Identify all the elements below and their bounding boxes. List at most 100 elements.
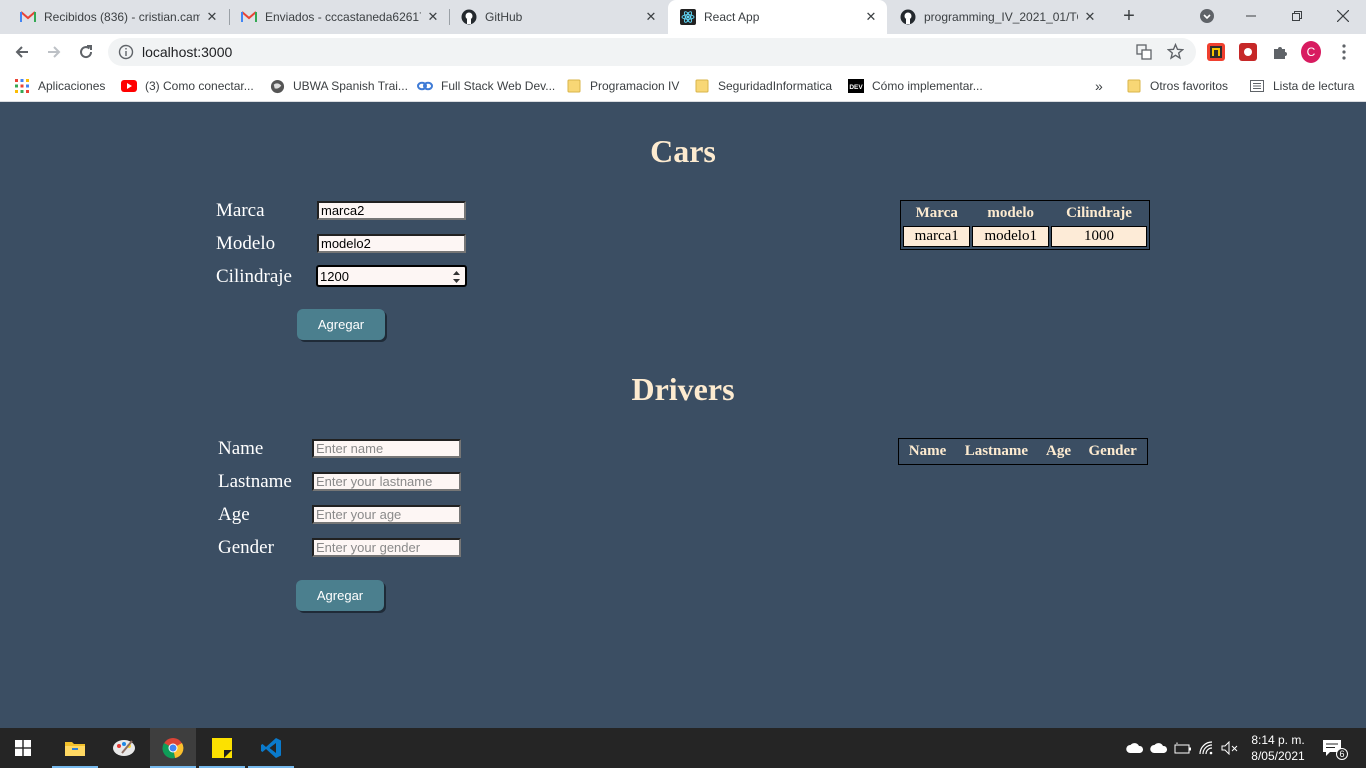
onedrive-personal-icon[interactable] xyxy=(1150,728,1168,768)
table-row: marca1 modelo1 1000 xyxy=(903,226,1147,247)
tab-gmail-sent[interactable]: Enviados - cccastaneda62617 ✕ xyxy=(229,0,449,34)
taskbar-sticky-notes[interactable] xyxy=(199,728,245,768)
bookmark-ubwa[interactable]: UBWA Spanish Trai... xyxy=(269,76,408,96)
taskbar-file-explorer[interactable] xyxy=(52,728,98,768)
table-cell: 1000 xyxy=(1051,226,1147,247)
close-window-button[interactable] xyxy=(1320,0,1366,32)
notifications-button[interactable]: 6 xyxy=(1322,728,1348,768)
tab-title: Recibidos (836) - cristian.cam xyxy=(44,10,200,24)
cilindraje-input[interactable]: 1200 xyxy=(316,265,467,287)
folder-icon xyxy=(1126,78,1142,94)
tab-title: Enviados - cccastaneda62617 xyxy=(265,10,421,24)
folder-icon xyxy=(566,78,582,94)
name-input[interactable] xyxy=(312,439,461,458)
tab-strip: Recibidos (836) - cristian.cam ✕ Enviado… xyxy=(0,0,1366,34)
extension-red-icon[interactable] xyxy=(1238,42,1258,62)
folder-icon xyxy=(694,78,710,94)
extension-n-icon[interactable] xyxy=(1206,42,1226,62)
back-button[interactable] xyxy=(10,40,34,64)
new-tab-button[interactable]: + xyxy=(1119,6,1139,26)
table-header-row: Marca modelo Cilindraje xyxy=(903,203,1147,224)
reload-button[interactable] xyxy=(74,40,98,64)
modelo-label: Modelo xyxy=(216,233,276,254)
tab-github[interactable]: GitHub ✕ xyxy=(449,0,667,34)
close-icon[interactable]: ✕ xyxy=(1082,9,1098,25)
windows-taskbar: 8:14 p. m. 8/05/2021 6 xyxy=(0,728,1366,768)
close-icon[interactable]: ✕ xyxy=(204,9,220,25)
youtube-icon xyxy=(121,78,137,94)
start-button[interactable] xyxy=(0,728,46,768)
tab-title: React App xyxy=(704,10,760,24)
column-header: Marca xyxy=(915,205,958,221)
cilindraje-label: Cilindraje xyxy=(216,266,292,287)
bookmark-other-favorites[interactable]: Otros favoritos xyxy=(1126,76,1228,96)
drivers-table: Name Lastname Age Gender xyxy=(898,438,1148,465)
spinner-arrows-icon xyxy=(453,271,460,283)
gmail-icon xyxy=(20,9,36,25)
kebab-menu-icon[interactable] xyxy=(1334,42,1354,62)
column-header: Name xyxy=(908,443,947,459)
apps-grid-icon xyxy=(14,78,30,94)
restore-button[interactable] xyxy=(1274,0,1320,32)
browser-toolbar: localhost:3000 C xyxy=(0,34,1366,70)
wifi-icon[interactable] xyxy=(1199,728,1215,768)
close-icon[interactable]: ✕ xyxy=(643,9,659,25)
taskbar-vscode[interactable] xyxy=(248,728,294,768)
close-icon[interactable]: ✕ xyxy=(425,9,441,25)
bookmark-label: SeguridadInformatica xyxy=(718,79,833,93)
minimize-button[interactable] xyxy=(1228,0,1274,32)
bookmark-folder-programacion[interactable]: Programacion IV xyxy=(566,76,679,96)
cilindraje-value: 1200 xyxy=(320,269,349,284)
table-cell: marca1 xyxy=(903,226,971,247)
onedrive-icon[interactable] xyxy=(1126,728,1144,768)
address-bar[interactable]: localhost:3000 xyxy=(108,38,1196,66)
lastname-label: Lastname xyxy=(218,471,292,492)
bookmark-dev[interactable]: DEV Cómo implementar... xyxy=(848,76,983,96)
vscode-icon xyxy=(261,738,281,758)
marca-input[interactable] xyxy=(317,201,466,220)
lastname-input[interactable] xyxy=(312,472,461,491)
age-input[interactable] xyxy=(312,505,461,524)
battery-icon[interactable] xyxy=(1174,728,1192,768)
tab-github-repo[interactable]: programming_IV_2021_01/TO ✕ xyxy=(888,0,1106,34)
add-car-button[interactable]: Agregar xyxy=(297,309,385,340)
add-driver-button[interactable]: Agregar xyxy=(296,580,384,611)
taskbar-clock[interactable]: 8:14 p. m. 8/05/2021 xyxy=(1246,732,1310,764)
close-icon[interactable]: ✕ xyxy=(863,9,879,25)
taskbar-chrome[interactable] xyxy=(150,728,196,768)
react-icon xyxy=(680,9,696,25)
bookmark-fullstack[interactable]: Full Stack Web Dev... xyxy=(417,76,555,96)
modelo-input[interactable] xyxy=(317,234,466,253)
globe-icon xyxy=(269,78,285,94)
taskbar-paint[interactable] xyxy=(101,728,147,768)
marca-label: Marca xyxy=(216,200,265,221)
start-icon xyxy=(15,740,31,756)
tab-react-app[interactable]: React App ✕ xyxy=(668,0,887,34)
bookmark-apps[interactable]: Aplicaciones xyxy=(14,76,105,96)
clock-date: 8/05/2021 xyxy=(1251,749,1305,763)
volume-muted-icon[interactable] xyxy=(1221,728,1239,768)
column-header: modelo xyxy=(987,205,1035,221)
tab-gmail-inbox[interactable]: Recibidos (836) - cristian.cam ✕ xyxy=(8,0,228,34)
puzzle-icon[interactable] xyxy=(1270,42,1290,62)
age-label: Age xyxy=(218,504,250,525)
reading-list-button[interactable]: Lista de lectura xyxy=(1249,76,1354,96)
gender-input[interactable] xyxy=(312,538,461,557)
tab-title: programming_IV_2021_01/TO xyxy=(924,10,1078,24)
translate-icon xyxy=(1136,44,1152,60)
profile-avatar[interactable]: C xyxy=(1301,41,1321,63)
bookmark-folder-seguridad[interactable]: SeguridadInformatica xyxy=(694,76,832,96)
clock-time: 8:14 p. m. xyxy=(1251,733,1305,747)
arrow-left-icon xyxy=(15,46,28,58)
forward-button[interactable] xyxy=(42,40,66,64)
cars-table: Marca modelo Cilindraje marca1 modelo1 1… xyxy=(900,200,1150,250)
bookmark-label: Programacion IV xyxy=(590,79,680,93)
bookmarks-overflow-button[interactable]: » xyxy=(1095,76,1103,96)
bookmark-youtube[interactable]: (3) Como conectar... xyxy=(121,76,254,96)
table-cell: modelo1 xyxy=(972,226,1049,247)
drivers-title: Drivers xyxy=(631,371,735,407)
bookmark-label: Otros favoritos xyxy=(1150,79,1229,93)
tab-search-button[interactable] xyxy=(1184,0,1230,32)
name-label: Name xyxy=(218,438,264,459)
svg-text:DEV: DEV xyxy=(849,84,863,91)
